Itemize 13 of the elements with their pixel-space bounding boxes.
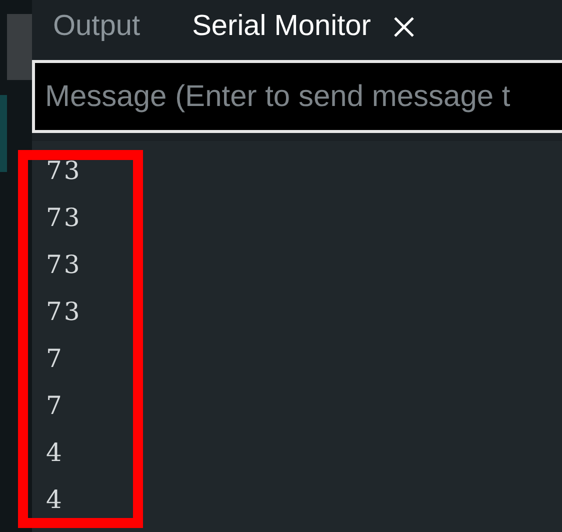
serial-output-line: 73 [46, 297, 83, 328]
serial-output-line: 4 [46, 438, 65, 469]
serial-output-line: 7 [46, 391, 65, 422]
serial-output-line: 4 [46, 485, 65, 516]
serial-output-line: 73 [46, 250, 83, 281]
tab[interactable]: Output [53, 10, 140, 43]
tab[interactable]: Serial Monitor [192, 10, 415, 43]
scrollbar-thumb [7, 14, 32, 80]
serial-output-line: 73 [46, 156, 83, 187]
close-icon[interactable] [392, 16, 415, 38]
message-input[interactable]: Message (Enter to send message t [32, 60, 562, 133]
serial-output-line: 73 [46, 203, 83, 234]
serial-output-line: 7 [46, 344, 65, 375]
